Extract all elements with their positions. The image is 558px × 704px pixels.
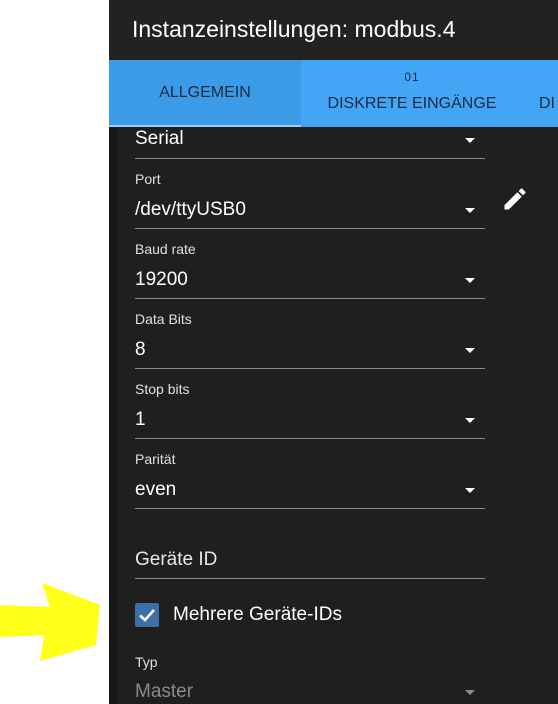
tab-next-truncated[interactable]: DI — [539, 60, 558, 127]
annotation-arrow-icon — [0, 583, 100, 661]
port-value: /dev/ttyUSB0 — [135, 199, 246, 220]
dialog-title: Instanzeinstellungen: modbus.4 — [132, 16, 456, 42]
tab-diskrete-eingaenge-label: DISKRETE EINGÄNGE — [327, 95, 497, 112]
data-bits-label: Data Bits — [135, 311, 192, 327]
data-bits-select[interactable]: Data Bits 8 — [135, 309, 485, 369]
tab-next-label: DI — [539, 95, 555, 112]
device-id-input[interactable]: Geräte ID — [135, 542, 485, 579]
instance-settings-dialog: Instanzeinstellungen: modbus.4 ALLGEMEIN… — [109, 0, 558, 704]
multiple-device-ids-checkbox[interactable] — [135, 603, 159, 627]
connection-type-value: Serial — [135, 128, 184, 149]
stop-bits-value: 1 — [135, 409, 146, 430]
baud-rate-select[interactable]: Baud rate 19200 — [135, 239, 485, 299]
data-bits-value: 8 — [135, 339, 146, 360]
type-value: Master — [135, 681, 194, 702]
dialog-header: Instanzeinstellungen: modbus.4 — [109, 0, 558, 60]
tab-diskrete-eingaenge[interactable]: 01 DISKRETE EINGÄNGE — [301, 60, 523, 127]
port-label: Port — [135, 171, 161, 187]
tab-bar: ALLGEMEIN 01 DISKRETE EINGÄNGE DI — [109, 60, 558, 127]
parity-select[interactable]: Parität even — [135, 449, 485, 509]
connection-type-select[interactable]: Serial — [135, 127, 485, 159]
baud-rate-label: Baud rate — [135, 241, 196, 257]
parity-value: even — [135, 479, 177, 500]
discrete-inputs-icon: 01 — [404, 70, 420, 84]
stop-bits-label: Stop bits — [135, 381, 190, 397]
parity-label: Parität — [135, 451, 176, 467]
checkmark-icon — [139, 609, 155, 622]
chevron-down-icon — [465, 208, 475, 213]
type-label: Typ — [135, 654, 158, 670]
tab-allgemein-label: ALLGEMEIN — [159, 84, 251, 101]
baud-rate-value: 19200 — [135, 269, 188, 290]
settings-form: Serial Port /dev/ttyUSB0 Baud rate 19200… — [109, 127, 558, 704]
chevron-down-icon — [465, 690, 475, 695]
type-select[interactable]: Typ Master — [135, 652, 485, 704]
stop-bits-select[interactable]: Stop bits 1 — [135, 379, 485, 439]
chevron-down-icon — [465, 348, 475, 353]
edit-pencil-icon[interactable] — [501, 185, 529, 213]
device-id-placeholder: Geräte ID — [135, 549, 218, 570]
chevron-down-icon — [465, 488, 475, 493]
tab-allgemein[interactable]: ALLGEMEIN — [109, 60, 301, 127]
port-select[interactable]: Port /dev/ttyUSB0 — [135, 169, 485, 229]
chevron-down-icon — [465, 138, 475, 143]
multiple-device-ids-label: Mehrere Geräte-IDs — [173, 604, 342, 625]
chevron-down-icon — [465, 278, 475, 283]
chevron-down-icon — [465, 418, 475, 423]
